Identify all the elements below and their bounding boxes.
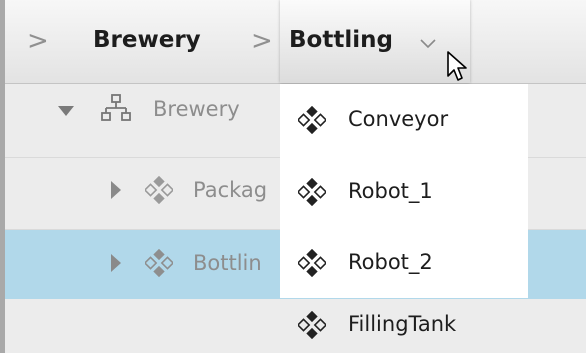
tree-row-label: Packag bbox=[193, 178, 268, 202]
object-icon bbox=[298, 249, 326, 277]
menu-item-robot-1[interactable]: Robot_1 bbox=[280, 156, 528, 228]
menu-item-fillingtank[interactable]: FillingTank bbox=[280, 298, 528, 353]
object-icon bbox=[145, 176, 173, 204]
hierarchy-icon bbox=[101, 94, 131, 121]
menu-item-conveyor[interactable]: Conveyor bbox=[280, 84, 528, 156]
expand-down-icon[interactable] bbox=[57, 105, 75, 117]
tree-row-label: Brewery bbox=[153, 97, 240, 121]
object-icon bbox=[298, 311, 326, 339]
menu-item-label: Conveyor bbox=[348, 107, 449, 131]
object-icon bbox=[298, 178, 326, 206]
breadcrumb-dropdown-menu: Conveyor Robot_1 Robot_2 bbox=[280, 84, 528, 298]
breadcrumb-root-chevron-icon[interactable]: > bbox=[27, 28, 49, 54]
expand-right-icon[interactable] bbox=[110, 180, 122, 200]
tree-row-label: Bottlin bbox=[193, 251, 262, 275]
menu-item-label: Robot_2 bbox=[348, 250, 433, 274]
breadcrumb-item-bottling-label: Bottling bbox=[289, 27, 393, 53]
breadcrumb-item-brewery[interactable]: Brewery bbox=[93, 22, 201, 58]
object-icon bbox=[145, 249, 173, 277]
breadcrumb-item-bottling[interactable]: Bottling bbox=[280, 0, 470, 83]
expand-right-icon[interactable] bbox=[110, 253, 122, 273]
object-icon bbox=[298, 106, 326, 134]
mouse-pointer-icon bbox=[447, 51, 467, 81]
menu-item-label: FillingTank bbox=[348, 312, 457, 336]
chevron-down-icon[interactable] bbox=[419, 34, 437, 52]
menu-item-robot-2[interactable]: Robot_2 bbox=[280, 228, 528, 298]
menu-item-label: Robot_1 bbox=[348, 179, 433, 203]
breadcrumb-separator-icon: > bbox=[251, 26, 273, 56]
